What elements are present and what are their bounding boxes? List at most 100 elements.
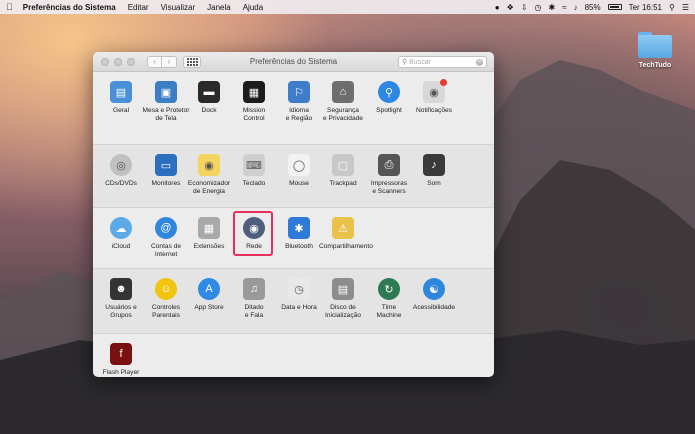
pref-item-label: iCloud [111,243,131,250]
pref-item-icloud[interactable]: ☁ iCloud [97,217,145,251]
clear-search-icon[interactable]: ✕ [476,58,483,66]
spotlight-menu-icon[interactable]: ⚲ [669,3,675,12]
pref-item-data-hora[interactable]: ◷ Data e Hora [275,278,323,312]
zoom-button[interactable] [127,57,135,66]
pref-item-som[interactable]: ♪ Som [410,154,458,188]
mission-control-icon: ▦ [243,81,265,103]
bluetooth-status-icon[interactable]: ✱ [549,3,556,12]
pref-item-time-machine[interactable]: ↻ Time Machine [365,278,413,319]
download-icon[interactable]: ⇩ [521,3,528,12]
pref-item-geral[interactable]: ▤ Geral [97,81,145,115]
menu-editar[interactable]: Editar [128,3,149,12]
pref-item-label: Acessibilidade [412,304,456,311]
icloud-icon: ☁ [110,217,132,239]
pref-item-trackpad[interactable]: ▢ Trackpad [319,154,367,188]
pref-item-seguranca[interactable]: ⌂ Segurança e Privacidade [319,81,367,122]
pref-item-label: Impressoras e Scanners [370,180,408,195]
pref-item-mesa-protetor[interactable]: ▣ Mesa e Protetor de Tela [142,81,190,122]
pref-section-1: ▤ Geral ▣ Mesa e Protetor de Tela ▬ Dock ▦ Miss… [93,72,494,144]
disc-icon: ◎ [110,154,132,176]
pref-item-disco-inicializacao[interactable]: ▤ Disco de Inicialização [319,278,367,319]
pref-item-mission-control[interactable]: ▦ Mission Control [230,81,278,122]
pref-item-label: Trackpad [329,180,357,187]
pref-section-2: ◎ CDs/DVDs ▭ Monitores ◉ Economizador de Ener… [93,145,494,207]
pref-item-label: Data e Hora [281,304,317,311]
notification-center-icon[interactable]: ☰ [682,3,689,12]
pref-item-label: Flash Player [102,369,140,376]
back-button[interactable]: ‹ [147,55,162,68]
minimize-button[interactable] [114,57,122,66]
pref-item-controles-parentais[interactable]: ☺ Controles Parentais [142,278,190,319]
house-lock-icon: ⌂ [332,81,354,103]
pref-item-extensoes[interactable]: ▦ Extensões [185,217,233,251]
pref-item-label: Usuários e Grupos [105,304,137,319]
pref-item-compartilhamento[interactable]: ⚠ Compartilhamento [319,217,373,251]
pref-section-5: f Flash Player [93,334,494,377]
sharing-folder-icon: ⚠ [332,217,354,239]
pref-item-app-store[interactable]: A App Store [185,278,233,312]
pref-item-dock[interactable]: ▬ Dock [185,81,233,115]
title-bar: ‹ › Preferências do Sistema ⚲ Buscar ✕ [93,52,494,72]
pref-item-label: Mouse [289,180,309,187]
pref-item-spotlight[interactable]: ⚲ Spotlight [365,81,413,115]
folder-icon [638,32,672,58]
flash-icon: f [110,343,132,365]
show-all-button[interactable] [183,55,201,68]
hard-disk-icon: ▤ [332,278,354,300]
bluetooth-icon: ✱ [288,217,310,239]
clock-icon: ◷ [288,278,310,300]
pref-item-label: Compartilhamento [319,243,373,250]
monitor-icon: ▭ [155,154,177,176]
menu-bar:  Preferências do Sistema Editar Visuali… [0,0,695,14]
forward-button[interactable]: › [162,55,177,68]
users-icon: ☻ [110,278,132,300]
desktop-folder[interactable]: TechTudo [635,32,675,69]
pref-item-idioma-regiao[interactable]: ⚐ Idioma e Região [275,81,323,122]
pref-item-teclado[interactable]: ⌨ Teclado [230,154,278,188]
trackpad-icon: ▢ [332,154,354,176]
pref-item-impressoras[interactable]: ⎙ Impressoras e Scanners [365,154,413,195]
menu-janela[interactable]: Janela [207,3,231,12]
pref-item-label: Mesa e Protetor de Tela [142,107,190,122]
pref-item-cds-dvds[interactable]: ◎ CDs/DVDs [97,154,145,188]
spotlight-search-icon: ⚲ [378,81,400,103]
parental-controls-icon: ☺ [155,278,177,300]
pref-item-economizador[interactable]: ◉ Economizador de Energia [185,154,233,195]
apple-menu-icon[interactable]:  [6,2,13,12]
pref-item-label: Time Machine [376,304,402,319]
pref-item-label: CDs/DVDs [105,180,137,187]
pref-item-label: Idioma e Região [285,107,313,122]
notifications-icon: ◉ [423,79,447,103]
pref-item-acessibilidade[interactable]: ☯ Acessibilidade [410,278,458,312]
system-preferences-window: ‹ › Preferências do Sistema ⚲ Buscar ✕ ▤… [93,52,494,377]
battery-icon[interactable] [607,4,622,10]
menubar-clock[interactable]: Ter 16:51 [629,3,662,12]
dropbox-icon[interactable]: ❖ [507,3,514,12]
clock-status-icon[interactable]: ◷ [535,3,542,12]
evernote-icon[interactable]: ● [495,3,500,12]
pref-item-notificacoes[interactable]: ◉ Notificações [410,79,458,115]
battery-percent[interactable]: 85% [585,3,601,12]
pref-item-ditado-fala[interactable]: ♫ Ditado e Fala [230,278,278,319]
pref-item-label: Dock [201,107,217,114]
pref-item-contas-internet[interactable]: @ Contas de Internet [142,217,190,258]
menu-ajuda[interactable]: Ajuda [243,3,263,12]
general-icon: ▤ [110,81,132,103]
pref-item-label: Notificações [416,107,452,114]
pref-item-usuarios[interactable]: ☻ Usuários e Grupos [97,278,145,319]
pref-item-label: Economizador de Energia [187,180,231,195]
pref-item-mouse[interactable]: ◯ Mouse [275,154,323,188]
puzzle-icon: ▦ [198,217,220,239]
pref-item-flash-player[interactable]: f Flash Player [97,343,145,377]
volume-icon[interactable]: ♪ [574,3,578,12]
close-button[interactable] [101,57,109,66]
pref-item-bluetooth[interactable]: ✱ Bluetooth [275,217,323,251]
menu-visualizar[interactable]: Visualizar [161,3,196,12]
app-menu[interactable]: Preferências do Sistema [23,3,116,12]
pref-item-label: Teclado [242,180,266,187]
pref-item-label: Contas de Internet [150,243,182,258]
search-field[interactable]: ⚲ Buscar ✕ [398,56,487,68]
pref-item-monitores[interactable]: ▭ Monitores [142,154,190,188]
pref-item-label: Disco de Inicialização [325,304,361,319]
wifi-icon[interactable]: ≈ [562,3,566,12]
